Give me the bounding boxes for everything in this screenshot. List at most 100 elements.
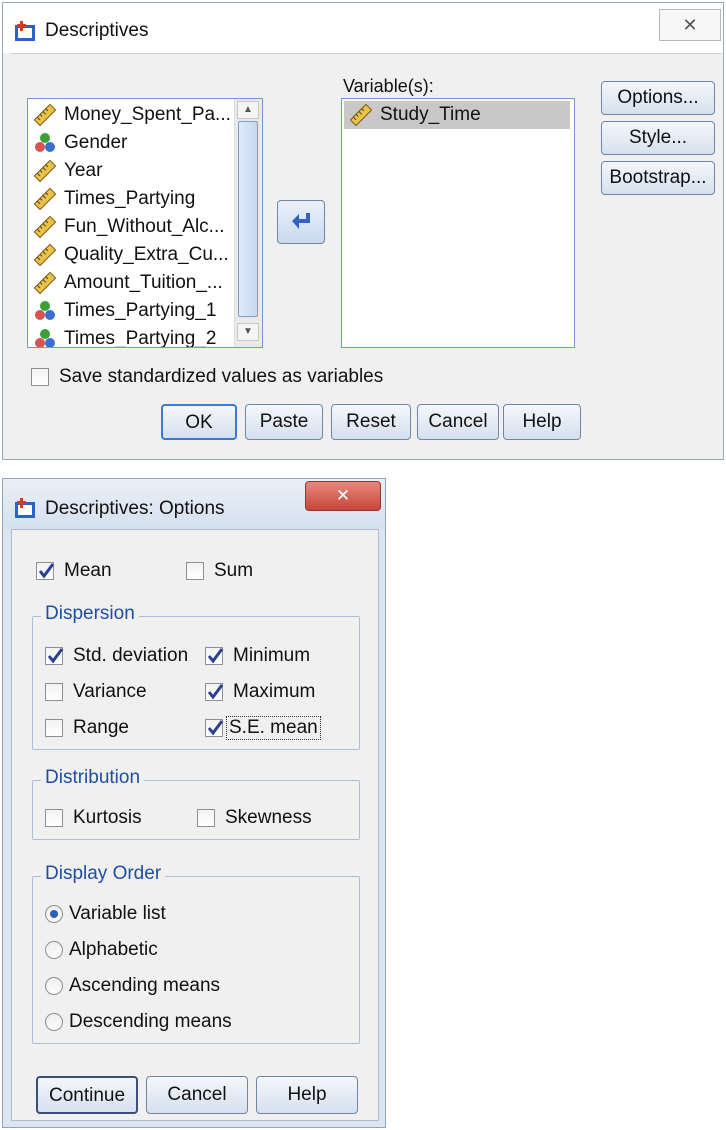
kurtosis-box[interactable] — [45, 809, 63, 827]
display-order-radio[interactable]: Descending means — [45, 1011, 232, 1033]
radio-button[interactable] — [45, 1013, 63, 1031]
sum-box[interactable] — [186, 562, 204, 580]
save-standardized-checkbox[interactable]: Save standardized values as variables — [31, 366, 383, 388]
descriptives-titlebar: Descriptives ✕ — [3, 3, 723, 53]
options-client: Mean Sum Dispersion Std. deviation Minim… — [11, 529, 379, 1121]
source-list-item[interactable]: Fun_Without_Alc... — [34, 213, 225, 241]
help-button[interactable]: Help — [503, 404, 581, 440]
kurtosis-label: Kurtosis — [73, 807, 142, 828]
maximum-box[interactable] — [205, 683, 224, 701]
checkmark-icon — [47, 648, 64, 664]
skewness-label: Skewness — [225, 807, 312, 828]
display-order-label: Variable list — [69, 903, 166, 924]
source-list-item[interactable]: Amount_Tuition_... — [34, 269, 223, 297]
display-order-group: Display Order Variable list Alphabetic Asc… — [32, 863, 360, 1044]
source-list-scrollbar[interactable]: ▲ ▼ — [234, 99, 262, 347]
options-cancel-button[interactable]: Cancel — [146, 1076, 248, 1114]
source-list-item[interactable]: Year — [34, 157, 102, 185]
scale-icon — [34, 272, 56, 294]
options-help-button[interactable]: Help — [256, 1076, 358, 1114]
save-standardized-box[interactable] — [31, 368, 49, 386]
descriptives-title: Descriptives — [45, 20, 149, 41]
std-deviation-box[interactable] — [45, 647, 64, 665]
se-mean-box[interactable] — [205, 719, 224, 737]
mean-label: Mean — [64, 560, 112, 581]
checkmark-icon — [207, 648, 224, 664]
ok-button[interactable]: OK — [161, 404, 237, 440]
display-order-legend: Display Order — [41, 863, 166, 885]
radio-button[interactable] — [45, 941, 63, 959]
minimum-label: Minimum — [233, 645, 311, 666]
dispersion-group: Dispersion Std. deviation Minimum Varian… — [32, 603, 360, 750]
scroll-down-button[interactable]: ▼ — [237, 323, 259, 341]
source-list-item-label: Money_Spent_Pa... — [64, 104, 231, 125]
options-titlebar: Descriptives: Options ✕ — [3, 479, 385, 529]
target-list-item[interactable]: Study_Time — [344, 101, 570, 129]
source-list-item-label: Amount_Tuition_... — [64, 272, 223, 293]
display-order-label: Alphabetic — [69, 939, 158, 960]
sum-checkbox[interactable]: Sum — [186, 560, 253, 582]
source-list-item[interactable]: Money_Spent_Pa... — [34, 101, 231, 129]
nominal-icon — [35, 301, 55, 320]
scale-icon — [350, 104, 372, 126]
source-list-item[interactable]: Times_Partying_1 — [34, 297, 216, 325]
bootstrap-button[interactable]: Bootstrap... — [601, 161, 715, 195]
display-order-radio[interactable]: Variable list — [45, 903, 166, 925]
style-button[interactable]: Style... — [601, 121, 715, 155]
close-icon: ✕ — [682, 15, 698, 35]
target-variable-list[interactable]: Study_Time — [341, 98, 575, 348]
nominal-icon — [35, 329, 55, 347]
move-variable-button[interactable] — [277, 200, 325, 244]
minimum-box[interactable] — [205, 647, 224, 665]
cancel-button[interactable]: Cancel — [417, 404, 499, 440]
display-order-radio[interactable]: Ascending means — [45, 975, 220, 997]
range-checkbox[interactable]: Range — [45, 717, 129, 739]
descriptives-close-button[interactable]: ✕ — [659, 9, 721, 41]
source-list-item[interactable]: Times_Partying_2 — [34, 325, 216, 347]
scale-icon — [34, 216, 56, 238]
se-mean-checkbox[interactable]: S.E. mean — [205, 716, 321, 740]
source-list-item-label: Quality_Extra_Cu... — [64, 244, 229, 265]
nominal-icon — [35, 133, 55, 152]
source-list-item-label: Year — [64, 160, 103, 181]
source-list-item[interactable]: Gender — [34, 129, 127, 157]
paste-button[interactable]: Paste — [245, 404, 323, 440]
maximum-checkbox[interactable]: Maximum — [205, 681, 315, 703]
source-list-item[interactable]: Times_Partying — [34, 185, 195, 213]
skewness-checkbox[interactable]: Skewness — [197, 807, 312, 829]
arrow-left-icon — [292, 213, 310, 229]
kurtosis-checkbox[interactable]: Kurtosis — [45, 807, 142, 829]
variance-checkbox[interactable]: Variance — [45, 681, 147, 703]
source-list-item[interactable]: Quality_Extra_Cu... — [34, 241, 229, 269]
display-order-radio[interactable]: Alphabetic — [45, 939, 158, 961]
reset-button[interactable]: Reset — [331, 404, 411, 440]
source-list-item-label: Times_Partying_1 — [64, 300, 217, 321]
options-button[interactable]: Options... — [601, 81, 715, 115]
variance-box[interactable] — [45, 683, 63, 701]
skewness-box[interactable] — [197, 809, 215, 827]
source-list-item-label: Gender — [64, 132, 128, 153]
options-close-button[interactable]: ✕ — [305, 481, 381, 511]
mean-box[interactable] — [36, 562, 55, 580]
scroll-up-button[interactable]: ▲ — [237, 101, 259, 119]
scroll-thumb[interactable] — [238, 121, 258, 317]
source-variable-list[interactable]: Money_Spent_Pa... Gender Year Times_Partyin… — [27, 98, 263, 348]
source-list-item-label: Times_Partying — [64, 188, 196, 209]
range-label: Range — [73, 717, 129, 738]
range-box[interactable] — [45, 719, 63, 737]
save-standardized-label: Save standardized values as variables — [59, 366, 384, 387]
spss-app-icon — [15, 498, 35, 518]
minimum-checkbox[interactable]: Minimum — [205, 645, 310, 667]
source-list-item-label: Fun_Without_Alc... — [64, 216, 225, 237]
radio-button[interactable] — [45, 977, 63, 995]
continue-button[interactable]: Continue — [36, 1076, 138, 1114]
maximum-label: Maximum — [233, 681, 316, 702]
target-list-item-label: Study_Time — [380, 104, 481, 125]
std-deviation-checkbox[interactable]: Std. deviation — [45, 645, 188, 667]
distribution-group: Distribution Kurtosis Skewness — [32, 767, 360, 840]
display-order-label: Descending means — [69, 1011, 232, 1032]
mean-checkbox[interactable]: Mean — [36, 560, 112, 582]
dispersion-legend: Dispersion — [41, 603, 139, 625]
scale-icon — [34, 104, 56, 126]
radio-button[interactable] — [45, 905, 63, 923]
